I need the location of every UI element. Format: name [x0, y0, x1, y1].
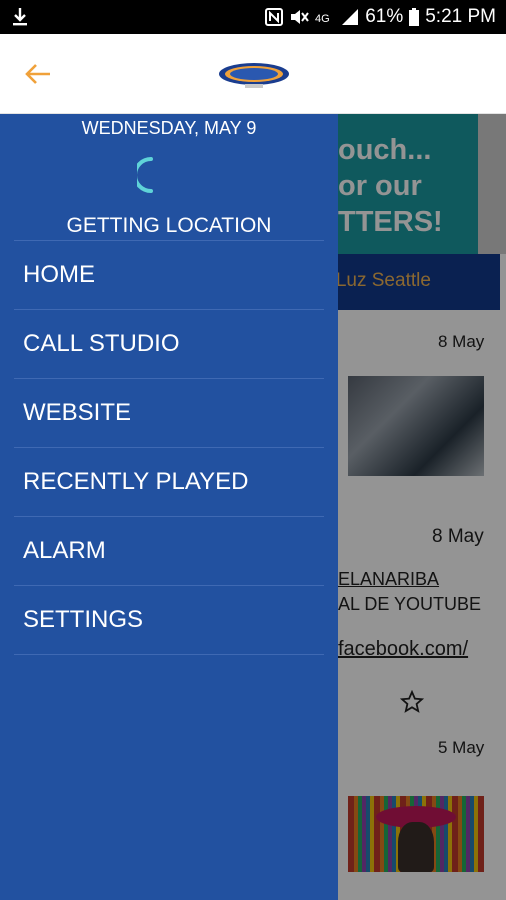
menu-item-home[interactable]: HOME: [14, 241, 324, 310]
battery-icon: [409, 8, 420, 26]
lte-icon: 4G: [315, 13, 330, 25]
back-arrow-icon[interactable]: [22, 58, 54, 90]
menu-item-alarm[interactable]: ALARM: [14, 517, 324, 586]
status-bar: 4G 61% 5:21 PM: [0, 0, 506, 34]
app-bar: [0, 34, 506, 114]
drawer-menu: HOME CALL STUDIO WEBSITE RECENTLY PLAYED…: [14, 241, 324, 655]
navigation-drawer: WEDNESDAY, MAY 9 GETTING LOCATION HOME C…: [0, 114, 338, 900]
clock: 5:21 PM: [425, 6, 496, 27]
battery-percent: 61%: [365, 6, 404, 27]
loading-spinner-icon: [137, 157, 153, 193]
nfc-icon: [265, 8, 284, 26]
download-icon: [13, 8, 27, 26]
app-logo: [219, 63, 289, 88]
menu-item-recently-played[interactable]: RECENTLY PLAYED: [14, 448, 324, 517]
location-status: GETTING LOCATION: [66, 214, 272, 237]
menu-item-settings[interactable]: SETTINGS: [14, 586, 324, 655]
drawer-date: WEDNESDAY, MAY 9: [81, 118, 257, 138]
menu-item-call-studio[interactable]: CALL STUDIO: [14, 310, 324, 379]
signal-icon: [342, 9, 359, 25]
svg-text:4G: 4G: [315, 13, 330, 25]
mute-icon: [291, 10, 310, 24]
menu-item-website[interactable]: WEBSITE: [14, 379, 324, 448]
